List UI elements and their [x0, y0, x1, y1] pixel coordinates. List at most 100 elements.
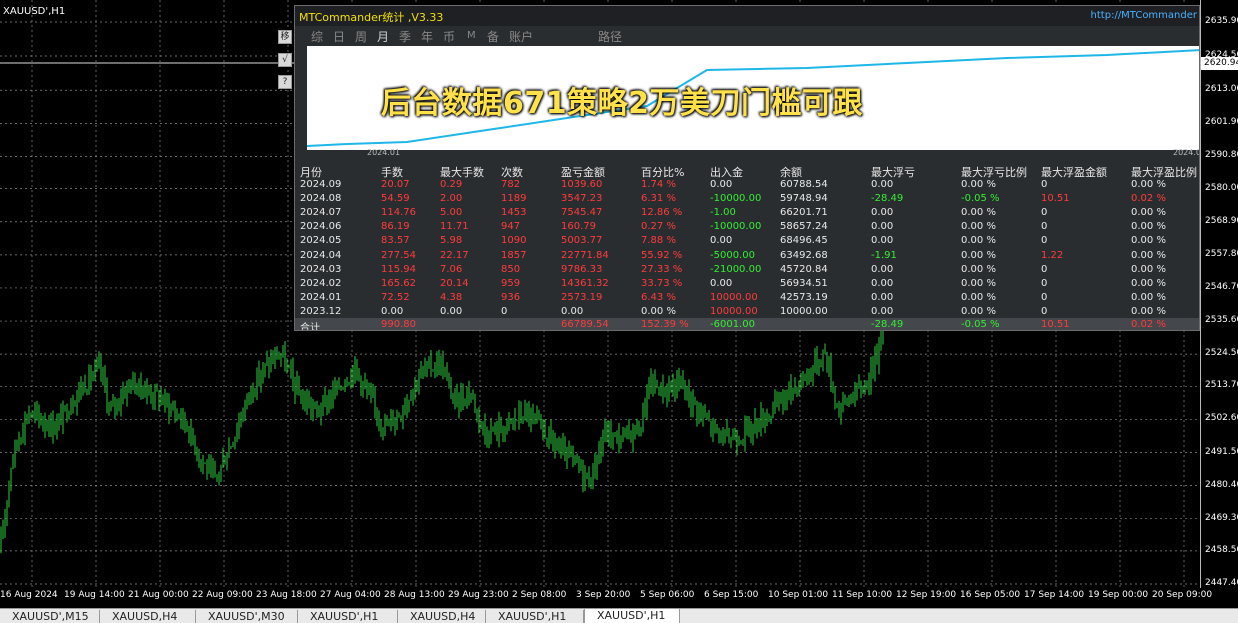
- period-tab[interactable]: 综: [311, 28, 323, 45]
- table-cell: 0.00: [561, 305, 584, 317]
- table-cell: 22.17: [440, 249, 469, 261]
- table-cell: 2023.12: [300, 305, 342, 317]
- time-tick: 29 Aug 23:00: [448, 590, 509, 600]
- panel-side-button[interactable]: ?: [278, 75, 292, 89]
- total-cell: 66789.54: [561, 319, 609, 330]
- chart-tab[interactable]: XAUUSD,H4: [398, 610, 486, 623]
- table-cell: 1.74 %: [641, 179, 676, 190]
- chart-tab[interactable]: XAUUSD',H1: [298, 610, 398, 623]
- panel-header: MTCommander统计 ,V3.33 http://MTCommander: [295, 6, 1199, 26]
- period-tab[interactable]: 账户: [509, 28, 533, 45]
- price-tick: 2524.50: [1205, 348, 1238, 359]
- table-cell: 0: [1041, 235, 1048, 247]
- table-cell: 14361.32: [561, 277, 609, 289]
- table-cell: 59748.94: [780, 193, 828, 205]
- table-cell: 114.76: [381, 207, 416, 219]
- table-cell: 68496.45: [780, 235, 828, 247]
- panel-side-button[interactable]: √: [278, 53, 292, 67]
- table-cell: 2024.09: [300, 179, 342, 190]
- table-cell: 58657.24: [780, 221, 828, 233]
- period-tab[interactable]: 月: [377, 28, 389, 45]
- price-tick: 2635.90: [1205, 16, 1238, 26]
- table-cell: -21000.00: [710, 263, 762, 275]
- table-cell: 0: [1041, 305, 1048, 317]
- table-cell: 277.54: [381, 249, 416, 261]
- table-cell: 11.71: [440, 221, 469, 233]
- table-cell: 45720.84: [780, 263, 828, 275]
- time-tick: 21 Aug 00:00: [128, 590, 189, 600]
- chart-tab[interactable]: XAUUSD',H1: [584, 608, 680, 623]
- table-cell: 0.00 %: [961, 277, 996, 289]
- total-cell: -6001.00: [710, 319, 755, 330]
- time-tick: 22 Aug 09:00: [192, 590, 253, 600]
- table-cell: 1453: [501, 207, 527, 219]
- price-tick: 2613.00: [1205, 84, 1238, 95]
- table-header: 最大浮亏: [871, 166, 915, 179]
- table-cell: 0.29: [440, 179, 463, 190]
- time-tick: 5 Sep 06:00: [640, 590, 695, 600]
- panel-side-button[interactable]: 移: [278, 30, 292, 44]
- price-tick: 2502.60: [1205, 413, 1238, 424]
- table-cell: 10000.00: [780, 305, 828, 317]
- table-header: 百分比%: [641, 166, 685, 179]
- period-tab[interactable]: 日: [333, 28, 345, 45]
- time-tick: 11 Sep 10:00: [832, 590, 893, 600]
- panel-url-link[interactable]: http://MTCommander: [1091, 10, 1197, 21]
- price-tick: 2624.50: [1205, 49, 1238, 60]
- table-cell: 10000.00: [710, 291, 758, 303]
- table-cell: 0: [1041, 221, 1048, 233]
- table-cell: 9786.33: [561, 263, 603, 275]
- price-tick: 2601.90: [1205, 117, 1238, 128]
- table-cell: -28.49: [871, 193, 904, 205]
- table-cell: 160.79: [561, 221, 596, 233]
- time-tick: 12 Sep 19:00: [896, 590, 957, 600]
- table-cell: 63492.68: [780, 249, 828, 261]
- price-tick: 2480.40: [1205, 479, 1238, 490]
- table-cell: 20.14: [440, 277, 469, 289]
- period-tab[interactable]: 备: [487, 28, 499, 45]
- time-tick: 3 Sep 20:00: [576, 590, 631, 600]
- panel-title: MTCommander统计 ,V3.33: [299, 11, 444, 24]
- table-cell: 0.00 %: [961, 263, 996, 275]
- table-cell: 1039.60: [561, 179, 603, 190]
- period-tab[interactable]: 年: [421, 28, 433, 45]
- table-cell: 165.62: [381, 277, 416, 289]
- period-tab[interactable]: 币: [443, 28, 455, 45]
- time-tick: 10 Sep 01:00: [768, 590, 829, 600]
- table-cell: 0.00 %: [961, 207, 996, 219]
- table-cell: 0.00: [871, 179, 894, 190]
- table-cell: 0.00 %: [1131, 277, 1166, 289]
- chart-tab-bar: XAUUSD',M15 XAUUSD,H4 XAUUSD',M30 XAUUSD',H…: [0, 608, 1238, 623]
- table-cell: -1.91: [871, 249, 897, 261]
- table-cell: 0.00: [871, 305, 894, 317]
- table-cell: 1090: [501, 235, 527, 247]
- table-cell: 959: [501, 277, 521, 289]
- time-tick: 2 Sep 08:00: [512, 590, 567, 600]
- chart-tab[interactable]: XAUUSD',M15: [0, 610, 100, 623]
- table-cell: 0.00: [710, 277, 733, 289]
- table-header: 盈亏金额: [561, 166, 605, 179]
- table-cell: 5.00: [440, 207, 463, 219]
- table-cell: 12.86 %: [641, 207, 683, 219]
- table-cell: 72.52: [381, 291, 410, 303]
- table-cell: 0.00 %: [961, 179, 996, 190]
- total-cell: 0.02 %: [1131, 319, 1166, 330]
- period-tab[interactable]: 路径: [598, 28, 622, 45]
- period-tab[interactable]: 季: [399, 28, 411, 45]
- table-cell: 7545.47: [561, 207, 603, 219]
- period-tab[interactable]: M: [467, 30, 476, 41]
- table-cell: 2024.02: [300, 277, 342, 289]
- table-cell: 0.00 %: [641, 305, 676, 317]
- table-cell: 0: [1041, 179, 1048, 190]
- overlay-caption: 后台数据671策略2万美刀门槛可跟: [381, 86, 863, 121]
- period-tab[interactable]: 周: [355, 28, 367, 45]
- table-cell: 20.07: [381, 179, 410, 190]
- table-cell: 66201.71: [780, 207, 828, 219]
- total-cell: 152.39 %: [641, 319, 689, 330]
- price-tick: 2491.50: [1205, 446, 1238, 457]
- table-cell: 850: [501, 263, 521, 275]
- chart-tab[interactable]: XAUUSD,H4: [100, 610, 196, 623]
- chart-tab[interactable]: XAUUSD',M30: [196, 610, 298, 623]
- chart-tab[interactable]: XAUUSD',H1: [486, 610, 584, 623]
- price-tick: 2590.80: [1205, 150, 1238, 161]
